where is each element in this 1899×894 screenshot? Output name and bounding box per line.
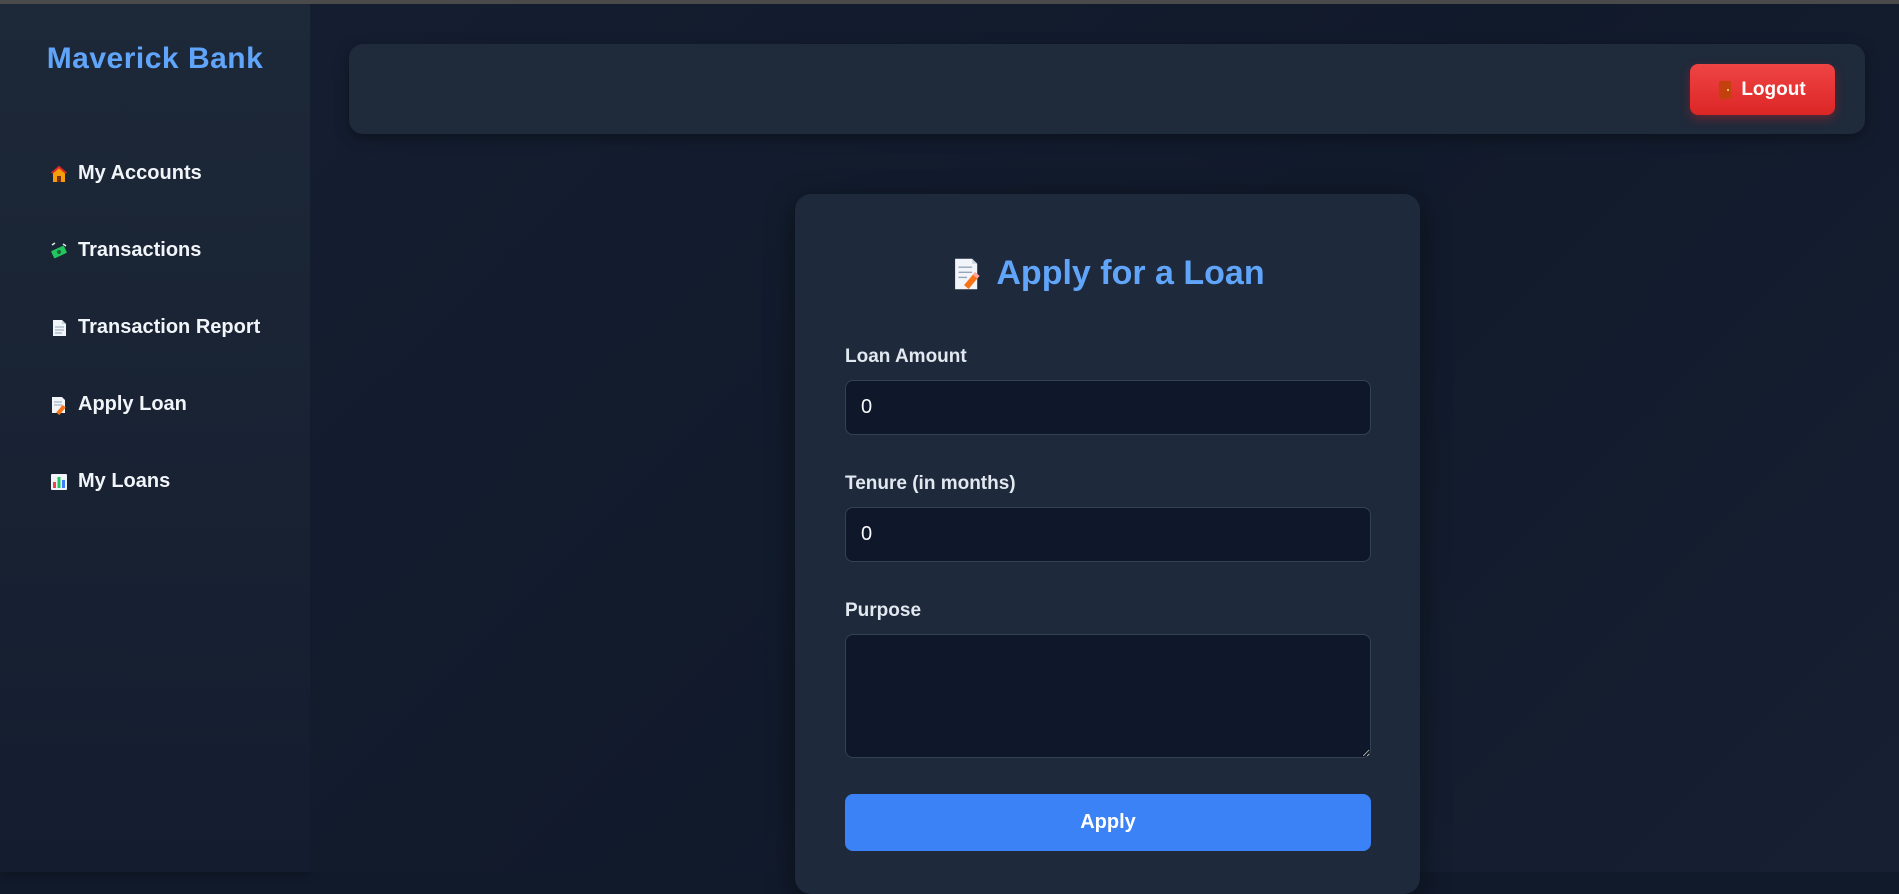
sidebar: Maverick Bank My Accounts Transactions T… [0,4,310,872]
sidebar-item-label: My Loans [78,470,171,492]
memo-icon [950,257,984,291]
sidebar-item-apply-loan[interactable]: Apply Loan [48,366,260,443]
sidebar-item-transaction-report[interactable]: Transaction Report [48,289,260,366]
sidebar-nav: My Accounts Transactions Transaction Rep… [48,135,260,520]
apply-button[interactable]: Apply [845,794,1371,851]
loan-application-card: Apply for a Loan Loan Amount Tenure (in … [795,194,1420,894]
tenure-label: Tenure (in months) [845,473,1016,494]
brand-logo: Maverick Bank [46,42,264,75]
tenure-input[interactable] [845,507,1371,562]
sidebar-item-label: Transaction Report [78,316,261,338]
door-icon [1719,80,1732,99]
sidebar-item-label: My Accounts [78,162,202,184]
purpose-label: Purpose [845,600,922,621]
page-icon [48,317,70,339]
sidebar-item-my-loans[interactable]: My Loans [48,443,260,520]
page-title: Apply for a Loan [795,254,1420,293]
house-icon [48,163,70,185]
memo-icon [48,394,70,416]
logout-button[interactable]: Logout [1690,64,1835,115]
sidebar-item-label: Apply Loan [78,393,187,415]
money-icon [48,240,70,262]
window-top-border [0,0,1899,4]
sidebar-item-transactions[interactable]: Transactions [48,212,260,289]
loan-amount-label: Loan Amount [845,346,967,367]
sidebar-item-my-accounts[interactable]: My Accounts [48,135,260,212]
logout-label: Logout [1741,78,1806,100]
sidebar-item-label: Transactions [78,239,202,261]
main-content: Logout Apply for a Loan Loan Amount Tenu… [310,4,1899,894]
page-title-text: Apply for a Loan [996,254,1265,292]
top-bar: Logout [349,44,1865,134]
purpose-textarea[interactable] [845,634,1371,758]
bar-chart-icon [48,471,70,493]
loan-amount-input[interactable] [845,380,1371,435]
